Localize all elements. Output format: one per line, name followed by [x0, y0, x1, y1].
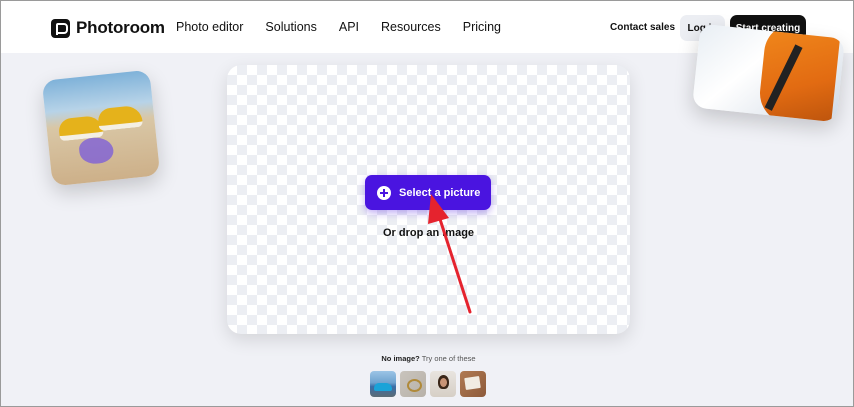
nav-api[interactable]: API — [339, 20, 359, 34]
woman-thumbnail[interactable] — [430, 371, 456, 397]
main-nav: Photo editor Solutions API Resources Pri… — [176, 20, 523, 34]
nav-pricing[interactable]: Pricing — [463, 20, 501, 34]
sample-prompt-rest: Try one of these — [421, 354, 476, 363]
select-picture-label: Select a picture — [399, 186, 481, 199]
nav-solutions[interactable]: Solutions — [265, 20, 316, 34]
sample-thumbnails — [370, 371, 490, 397]
photoroom-logo-icon — [51, 18, 70, 38]
plus-icon — [377, 185, 391, 200]
contact-sales-link[interactable]: Contact sales — [610, 22, 675, 33]
nav-photo-editor[interactable]: Photo editor — [176, 20, 243, 34]
ring-thumbnail[interactable] — [400, 371, 426, 397]
desk-thumbnail[interactable] — [460, 371, 486, 397]
photoroom-logo[interactable]: Photoroom — [51, 18, 165, 38]
eraser-brush-blob — [78, 135, 115, 166]
select-picture-button[interactable]: Select a picture — [365, 175, 491, 210]
sample-prompt-bold: No image? — [381, 354, 420, 363]
sample-prompt: No image? Try one of these — [227, 354, 630, 363]
car-thumbnail[interactable] — [370, 371, 396, 397]
sneaker-shape — [97, 104, 144, 132]
sneakers-sample-card — [41, 69, 161, 187]
nav-resources[interactable]: Resources — [381, 20, 441, 34]
drop-image-text: Or drop an image — [382, 227, 475, 239]
brand-name: Photoroom — [76, 18, 165, 37]
jacket-sample-card — [692, 23, 845, 123]
